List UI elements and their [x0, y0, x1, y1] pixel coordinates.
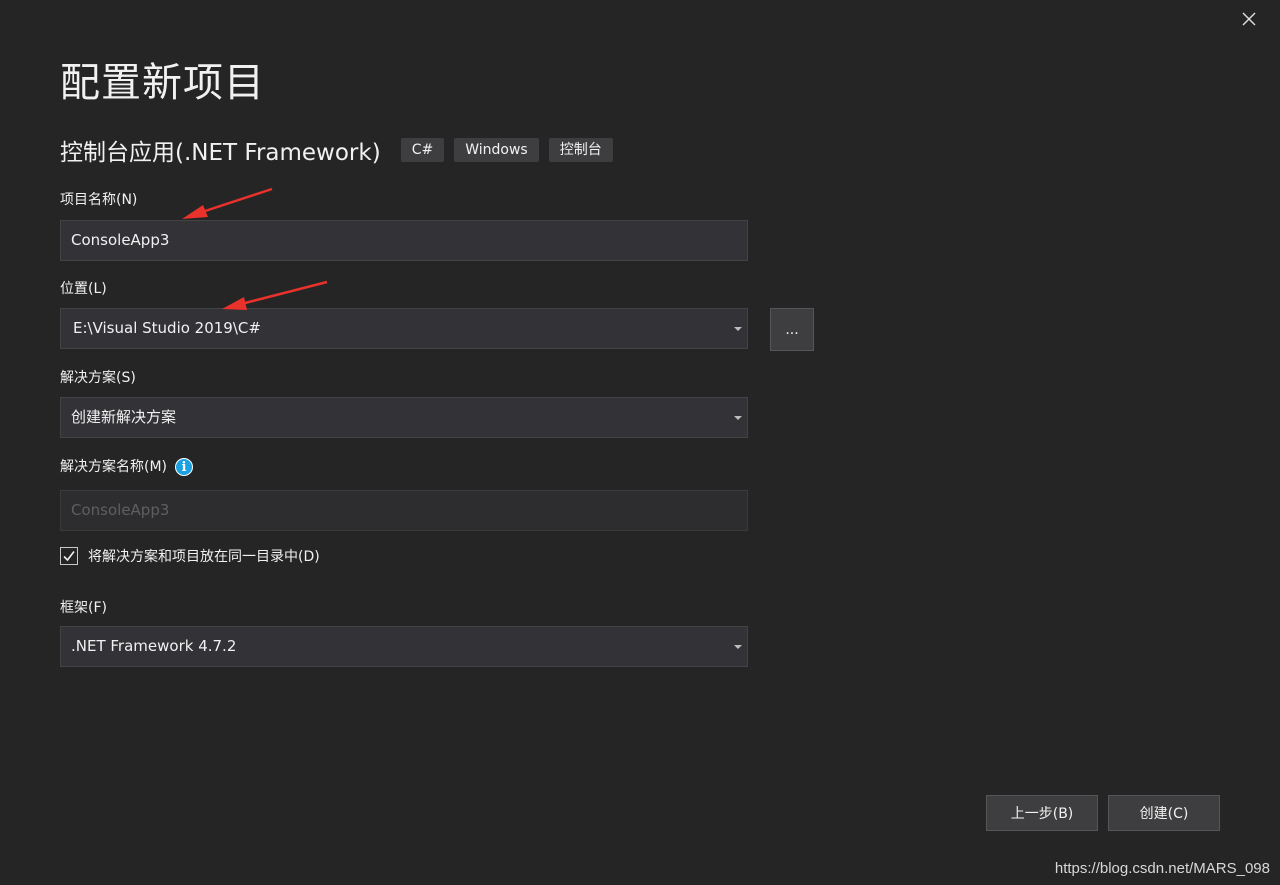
page-title: 配置新项目 [60, 60, 265, 106]
framework-label: 框架(F) [60, 600, 107, 616]
same-directory-label: 将解决方案和项目放在同一目录中(D) [88, 549, 320, 565]
chevron-down-icon[interactable] [734, 416, 742, 420]
solution-dropdown[interactable]: 创建新解决方案 [60, 397, 748, 438]
annotation-arrow-location [222, 280, 328, 310]
project-name-input[interactable]: ConsoleApp3 [60, 220, 748, 261]
same-directory-option[interactable]: 将解决方案和项目放在同一目录中(D) [60, 546, 320, 566]
same-directory-checkbox[interactable] [60, 547, 78, 565]
tag-platform: Windows [454, 138, 539, 162]
project-name-label: 项目名称(N) [60, 192, 138, 208]
location-combobox[interactable]: E:\Visual Studio 2019\C# [60, 308, 748, 349]
solution-value: 创建新解决方案 [71, 408, 177, 426]
annotation-arrow-project-name [182, 187, 273, 219]
watermark: https://blog.csdn.net/MARS_098 [1054, 860, 1270, 877]
browse-button[interactable]: ... [770, 308, 814, 351]
checkmark-icon [63, 551, 75, 562]
info-icon[interactable]: i [175, 458, 194, 476]
location-label: 位置(L) [60, 281, 107, 297]
chevron-down-icon[interactable] [734, 645, 742, 649]
solution-name-input: ConsoleApp3 [60, 490, 748, 531]
close-icon [1242, 12, 1256, 26]
framework-dropdown[interactable]: .NET Framework 4.7.2 [60, 626, 748, 667]
chevron-down-icon[interactable] [734, 327, 742, 331]
template-header: 控制台应用(.NET Framework) C# Windows 控制台 [60, 133, 623, 167]
template-name: 控制台应用(.NET Framework) [60, 140, 381, 166]
solution-name-label: 解决方案名称(M) [60, 459, 168, 475]
close-button[interactable] [1238, 8, 1260, 30]
project-name-value: ConsoleApp3 [71, 231, 170, 249]
back-button[interactable]: 上一步(B) [986, 795, 1098, 831]
tag-language: C# [400, 138, 445, 162]
location-value: E:\Visual Studio 2019\C# [73, 319, 261, 337]
solution-name-value: ConsoleApp3 [71, 501, 170, 519]
solution-name-label-row: 解决方案名称(M) i [60, 456, 194, 476]
create-button[interactable]: 创建(C) [1108, 795, 1220, 831]
framework-value: .NET Framework 4.7.2 [71, 637, 237, 655]
solution-label: 解决方案(S) [60, 370, 136, 386]
tag-project-type: 控制台 [548, 138, 613, 162]
